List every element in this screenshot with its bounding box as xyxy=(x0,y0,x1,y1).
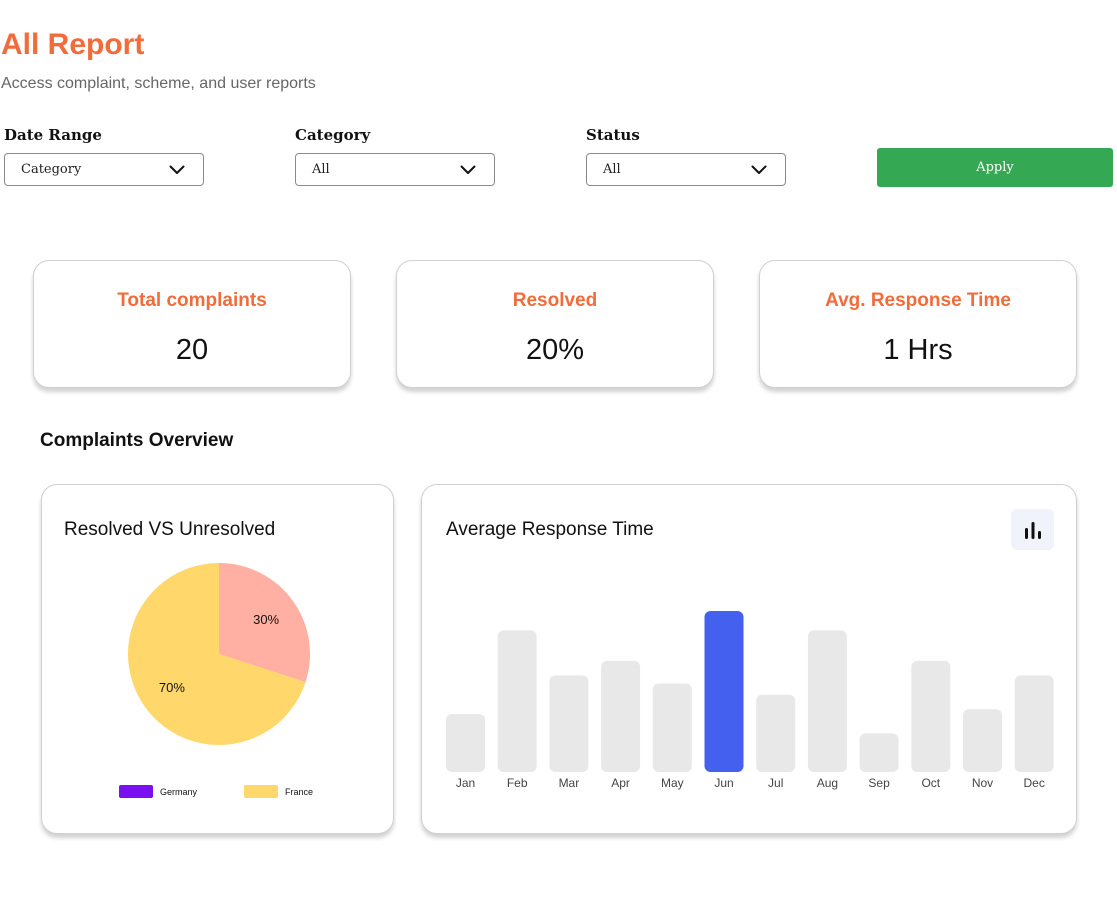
stat-card-resolved: Resolved 20% xyxy=(396,260,714,388)
page-title: All Report xyxy=(1,28,145,61)
status-value: All xyxy=(603,162,621,177)
bar-sep xyxy=(859,733,899,772)
bar-chart-panel: Average Response Time Jan Feb Mar Apr May Jun… xyxy=(421,484,1077,834)
x-tick-label: Jul xyxy=(768,776,783,790)
category-select[interactable]: All xyxy=(295,153,495,186)
pie-slice-label: 70% xyxy=(159,680,185,695)
x-tick-label: Nov xyxy=(972,776,993,790)
bar-chart: Jan Feb Mar Apr May Jun Jul Aug Sep Oct Nov Dec xyxy=(446,611,1054,790)
chevron-down-icon xyxy=(751,165,767,174)
x-tick-label: May xyxy=(661,776,684,790)
bar-may xyxy=(652,683,692,772)
x-tick-label: Mar xyxy=(559,776,580,790)
x-tick-label: Sep xyxy=(868,776,890,790)
date-range-label: Date Range xyxy=(4,126,102,144)
bar-jan xyxy=(446,714,485,772)
legend-label: Germany xyxy=(160,786,198,797)
bar-dec xyxy=(1014,675,1054,772)
page-subtitle: Access complaint, scheme, and user repor… xyxy=(1,75,316,92)
x-tick-label: Jan xyxy=(456,776,475,790)
x-tick-label: Feb xyxy=(507,776,528,790)
bar-feb xyxy=(497,630,537,772)
bar-aug xyxy=(807,630,847,772)
date-range-select[interactable]: Category xyxy=(4,153,204,186)
bar-jul xyxy=(756,694,796,772)
bar-mar xyxy=(549,675,589,772)
stat-value: 20 xyxy=(175,334,209,366)
date-range-value: Category xyxy=(21,162,82,177)
bar-jun xyxy=(704,611,744,772)
chevron-down-icon xyxy=(169,165,185,174)
x-tick-label: Apr xyxy=(611,776,630,790)
category-value: All xyxy=(312,162,330,177)
pie-slice-label: 30% xyxy=(253,612,279,627)
legend-item-germany: Germany xyxy=(119,785,197,798)
x-tick-label: Jun xyxy=(714,776,733,790)
section-title: Complaints Overview xyxy=(40,430,234,451)
x-tick-label: Dec xyxy=(1024,776,1045,790)
pie-chart: 30% 70% xyxy=(128,563,310,745)
bar-nov xyxy=(963,709,1002,772)
legend-label: France xyxy=(285,786,314,797)
pie-chart-panel: Resolved VS Unresolved 30% 70% Germany Fr… xyxy=(41,484,394,834)
bar-apr xyxy=(601,660,641,772)
legend-item-france: France xyxy=(244,785,313,798)
x-tick-label: Oct xyxy=(921,776,940,790)
legend-swatch xyxy=(244,785,278,798)
stat-card-total-complaints: Total complaints 20 xyxy=(33,260,351,388)
stat-label: Avg. Response Time xyxy=(825,290,1011,311)
stat-value: 1 Hrs xyxy=(883,334,953,366)
stat-label: Resolved xyxy=(512,290,598,311)
apply-button[interactable]: Apply xyxy=(877,148,1113,187)
legend-swatch xyxy=(119,785,153,798)
status-label: Status xyxy=(586,126,640,144)
chevron-down-icon xyxy=(460,165,476,174)
stat-card-avg-response-time: Avg. Response Time 1 Hrs xyxy=(759,260,1077,388)
status-select[interactable]: All xyxy=(586,153,786,186)
stat-value: 20% xyxy=(525,334,585,366)
bar-oct xyxy=(911,660,951,772)
stat-label: Total complaints xyxy=(117,290,267,311)
category-label: Category xyxy=(295,126,371,144)
x-tick-label: Aug xyxy=(817,776,838,790)
